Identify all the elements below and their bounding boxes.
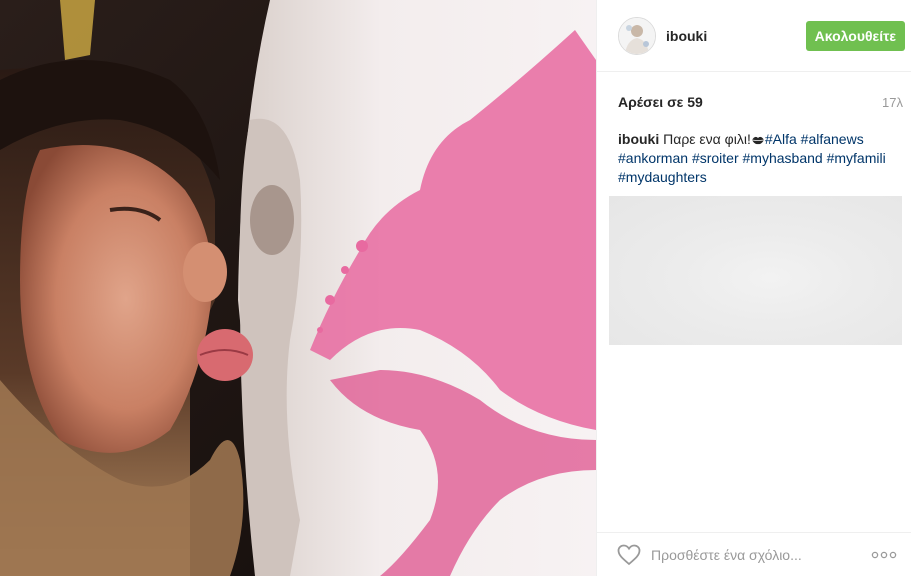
hashtag-link[interactable]: #myhasband	[743, 150, 823, 166]
comment-input[interactable]	[649, 545, 871, 564]
instagram-post: ibouki Ακολουθείτε Αρέσει σε 59 17λ ibou…	[0, 0, 911, 576]
likes-count[interactable]: Αρέσει σε 59	[618, 94, 703, 110]
post-photo[interactable]	[0, 0, 596, 576]
hashtag-link[interactable]: #alfanews	[801, 131, 864, 147]
hashtag-link[interactable]: #Alfa	[765, 131, 797, 147]
comment-bar	[597, 532, 911, 576]
heart-icon[interactable]	[617, 544, 641, 566]
username[interactable]: ibouki	[666, 28, 806, 44]
avatar[interactable]	[618, 16, 656, 55]
hashtag-link[interactable]: #sroiter	[692, 150, 739, 166]
photo-illustration	[0, 0, 596, 576]
caption-text: Παρε ενα φιλι!	[663, 131, 751, 147]
more-options-icon[interactable]	[871, 551, 897, 559]
caption-username[interactable]: ibouki	[618, 131, 659, 147]
lips-icon	[751, 136, 764, 145]
post-sidebar: ibouki Ακολουθείτε Αρέσει σε 59 17λ ibou…	[596, 0, 911, 576]
blurred-content	[609, 196, 902, 345]
avatar-image	[619, 17, 655, 54]
post-header: ibouki Ακολουθείτε	[597, 0, 911, 72]
post-time[interactable]: 17λ	[882, 95, 903, 110]
caption: ibouki Παρε ενα φιλι! #Alfa #alfanews #an…	[597, 130, 911, 187]
hashtag-link[interactable]: #myfamili	[827, 150, 886, 166]
hashtag-link[interactable]: #ankorman	[618, 150, 688, 166]
hashtag-link[interactable]: #mydaughters	[618, 169, 707, 185]
likes-row: Αρέσει σε 59 17λ	[597, 94, 911, 110]
following-button[interactable]: Ακολουθείτε	[805, 20, 905, 51]
